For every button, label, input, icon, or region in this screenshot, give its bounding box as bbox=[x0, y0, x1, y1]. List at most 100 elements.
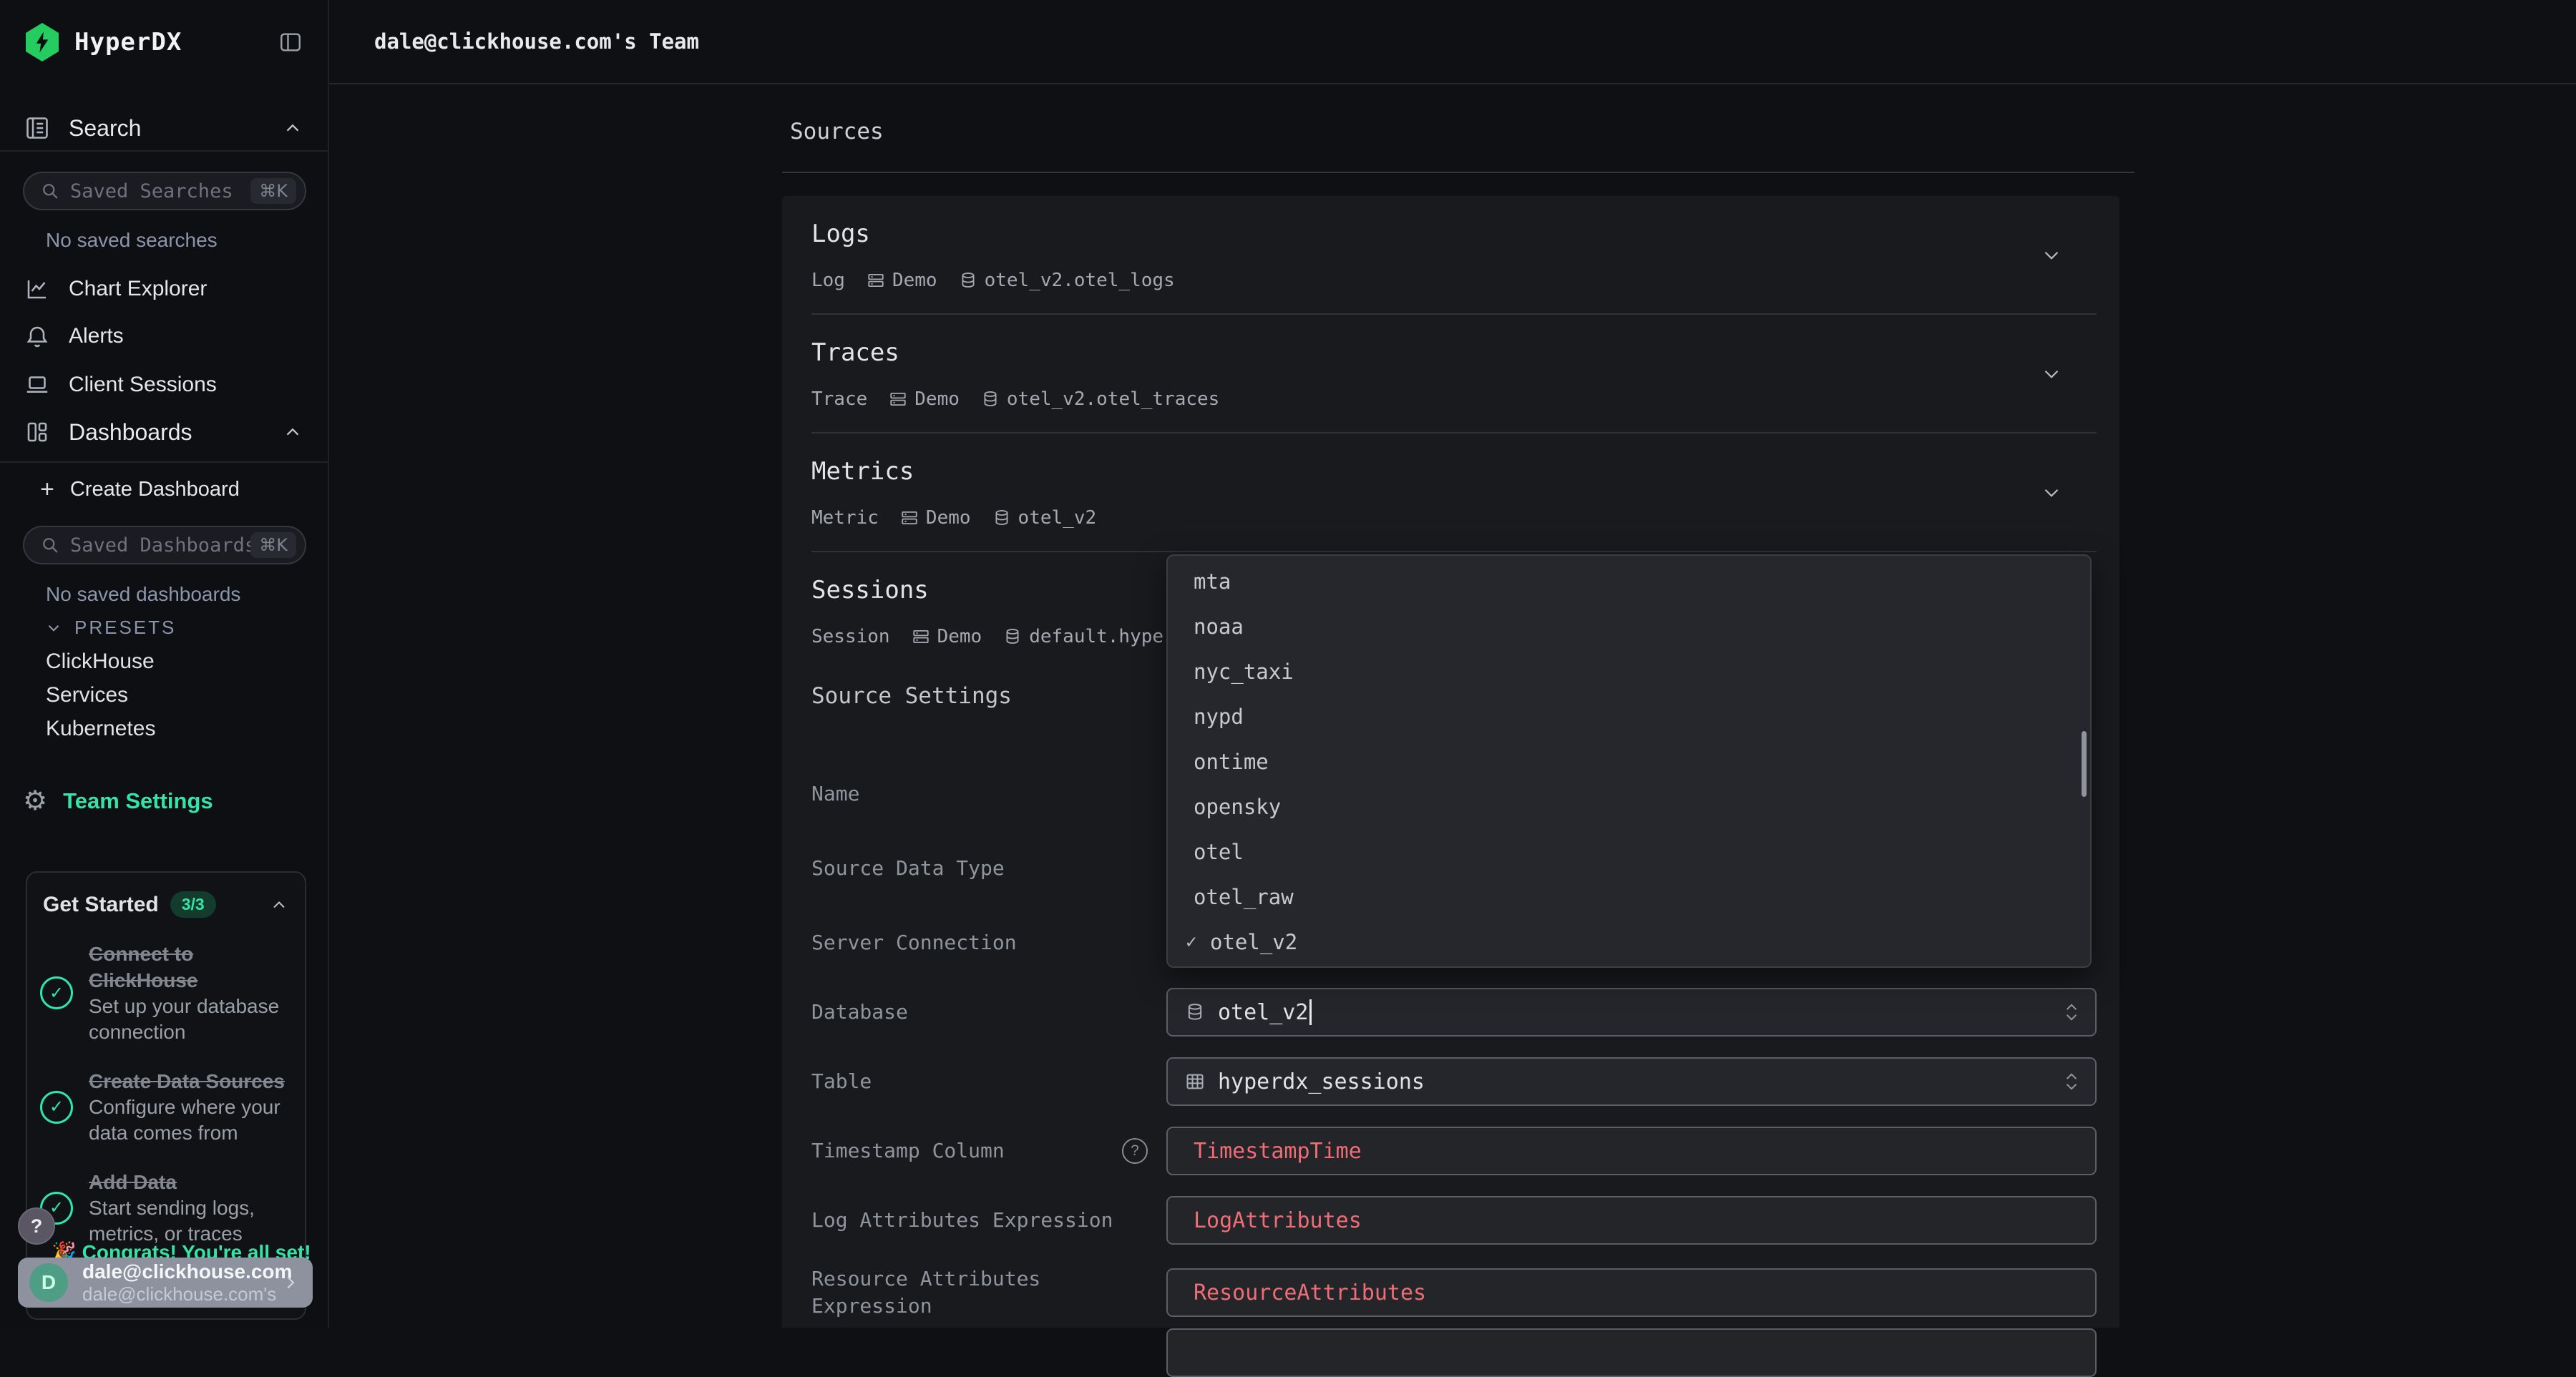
scrollbar-thumb[interactable] bbox=[2082, 731, 2087, 797]
chevron-down-icon[interactable] bbox=[2039, 481, 2064, 505]
sidebar-item-chart-explorer[interactable]: Chart Explorer bbox=[0, 266, 328, 312]
sources-heading: Sources bbox=[790, 119, 884, 144]
sidebar-section-dashboards[interactable]: Dashboards bbox=[0, 410, 328, 454]
dropdown-option[interactable]: noaa bbox=[1168, 604, 2090, 649]
check-circle-icon: ✓ bbox=[40, 1091, 73, 1124]
dropdown-option[interactable]: opensky bbox=[1168, 784, 2090, 829]
get-started-header[interactable]: Get Started 3/3 bbox=[27, 873, 305, 918]
sidebar-item-team-settings[interactable]: ⚙ Team Settings bbox=[0, 780, 328, 823]
laptop-icon bbox=[24, 372, 50, 398]
dropdown-option[interactable]: nyc_taxi bbox=[1168, 649, 2090, 694]
source-kind: Log bbox=[811, 268, 845, 293]
preset-clickhouse[interactable]: ClickHouse bbox=[46, 650, 155, 674]
dropdown-option[interactable]: otel_raw bbox=[1168, 874, 2090, 919]
form-row-partial bbox=[811, 1328, 2097, 1377]
dropdown-option[interactable]: ontime bbox=[1168, 739, 2090, 784]
sidebar: HyperDX Search ⌘K No saved searches Char… bbox=[0, 0, 329, 1328]
saved-dashboards-pill[interactable]: ⌘K bbox=[23, 526, 306, 564]
database-icon bbox=[1003, 627, 1022, 646]
dashboards-icon bbox=[24, 419, 50, 445]
logo-row: HyperDX bbox=[0, 0, 328, 84]
source-connection: Demo bbox=[889, 386, 960, 412]
dropdown-option[interactable]: otel bbox=[1168, 829, 2090, 874]
user-menu[interactable]: D dale@clickhouse.com dale@clickhouse.co… bbox=[18, 1258, 313, 1308]
shortcut-badge: ⌘K bbox=[250, 178, 296, 204]
chevron-up-icon bbox=[269, 895, 289, 915]
plus-icon: + bbox=[40, 477, 54, 501]
source-kind: Trace bbox=[811, 386, 867, 412]
timestamp-column-input[interactable]: TimestampTime bbox=[1166, 1127, 2097, 1175]
no-saved-dashboards-text: No saved dashboards bbox=[46, 583, 240, 606]
dropdown-option[interactable]: nypd bbox=[1168, 694, 2090, 739]
preset-kubernetes[interactable]: Kubernetes bbox=[46, 717, 155, 741]
server-icon bbox=[889, 390, 907, 408]
search-icon bbox=[40, 181, 60, 201]
check-circle-icon: ✓ bbox=[40, 976, 73, 1009]
gear-icon: ⚙ bbox=[23, 788, 47, 815]
saved-searches-input[interactable] bbox=[70, 180, 250, 202]
bell-icon bbox=[24, 323, 50, 349]
sidebar-item-client-sessions[interactable]: Client Sessions bbox=[0, 362, 328, 408]
avatar: D bbox=[29, 1263, 68, 1302]
log-attributes-input[interactable]: LogAttributes bbox=[1166, 1196, 2097, 1245]
form-row-timestamp-column: Timestamp Column ? TimestampTime bbox=[811, 1127, 2097, 1175]
server-icon bbox=[900, 509, 919, 527]
user-subtitle: dale@clickhouse.com's bbox=[82, 1283, 280, 1305]
source-row-metrics[interactable]: Metrics Metric Demo otel_v2 bbox=[811, 433, 2097, 552]
dashboards-section-label: Dashboards bbox=[69, 419, 192, 446]
get-started-step-sources[interactable]: ✓ Create Data Sources Configure where yo… bbox=[40, 1068, 293, 1146]
chart-explorer-icon bbox=[24, 276, 50, 302]
resource-attributes-input[interactable]: ResourceAttributes bbox=[1166, 1268, 2097, 1317]
source-connection: Demo bbox=[900, 505, 971, 531]
collapse-sidebar-icon[interactable] bbox=[278, 30, 303, 54]
source-row-logs[interactable]: Logs Log Demo otel_v2.otel_logs bbox=[811, 196, 2097, 315]
database-select[interactable]: otel_v2 bbox=[1166, 988, 2097, 1037]
database-icon bbox=[1185, 1002, 1205, 1022]
search-section-icon bbox=[24, 115, 50, 141]
chevron-down-icon[interactable] bbox=[2039, 243, 2064, 268]
sidebar-item-alerts[interactable]: Alerts bbox=[0, 313, 328, 359]
source-connection: Demo bbox=[867, 268, 937, 293]
dropdown-option-selected[interactable]: ✓ otel_v2 bbox=[1168, 919, 2090, 964]
source-table: otel_v2 bbox=[992, 505, 1097, 531]
check-icon: ✓ bbox=[1186, 931, 1210, 953]
presets-toggle[interactable]: PRESETS bbox=[44, 617, 176, 639]
sidebar-section-search[interactable]: Search bbox=[0, 106, 328, 150]
select-updown-icon bbox=[2064, 1003, 2079, 1022]
server-icon bbox=[912, 627, 930, 646]
preset-services[interactable]: Services bbox=[46, 683, 128, 707]
select-updown-icon bbox=[2064, 1072, 2079, 1092]
search-section-label: Search bbox=[69, 115, 141, 142]
divider bbox=[0, 461, 328, 463]
help-icon[interactable]: ? bbox=[1122, 1138, 1148, 1164]
saved-dashboards-input[interactable] bbox=[70, 534, 250, 557]
page-header: dale@clickhouse.com's Team bbox=[329, 0, 2576, 84]
source-kind: Metric bbox=[811, 505, 879, 531]
no-saved-searches-text: No saved searches bbox=[46, 229, 218, 252]
chevron-down-icon bbox=[44, 619, 63, 637]
database-icon bbox=[981, 390, 1000, 408]
get-started-title: Get Started bbox=[43, 893, 159, 917]
source-row-traces[interactable]: Traces Trace Demo otel_v2.otel_traces bbox=[811, 315, 2097, 433]
get-started-step-add-data[interactable]: ✓ Add Data Start sending logs, metrics, … bbox=[40, 1169, 293, 1247]
main-area: dale@clickhouse.com's Team Sources Logs … bbox=[329, 0, 2576, 1328]
saved-searches-pill[interactable]: ⌘K bbox=[23, 172, 306, 210]
table-icon bbox=[1185, 1072, 1205, 1092]
chevron-up-icon bbox=[282, 117, 303, 139]
chevron-down-icon[interactable] bbox=[2039, 362, 2064, 386]
search-icon bbox=[40, 535, 60, 555]
divider bbox=[0, 150, 328, 152]
get-started-step-connect[interactable]: ✓ Connect to ClickHouse Set up your data… bbox=[40, 941, 293, 1045]
next-field-input[interactable] bbox=[1166, 1328, 2097, 1377]
table-value: hyperdx_sessions bbox=[1218, 1069, 1425, 1094]
create-dashboard-button[interactable]: + Create Dashboard bbox=[0, 466, 328, 512]
source-connection: Demo bbox=[912, 624, 982, 650]
table-select[interactable]: hyperdx_sessions bbox=[1166, 1057, 2097, 1106]
get-started-progress-badge: 3/3 bbox=[170, 891, 216, 918]
form-row-log-attributes: Log Attributes Expression LogAttributes bbox=[811, 1196, 2097, 1245]
dropdown-option[interactable]: mta bbox=[1168, 559, 2090, 604]
form-row-table: Table hyperdx_sessions bbox=[811, 1057, 2097, 1106]
help-button[interactable]: ? bbox=[18, 1207, 55, 1245]
source-kind: Session bbox=[811, 624, 890, 650]
database-dropdown: mta noaa nyc_taxi nypd ontime opensky ot… bbox=[1166, 554, 2092, 968]
